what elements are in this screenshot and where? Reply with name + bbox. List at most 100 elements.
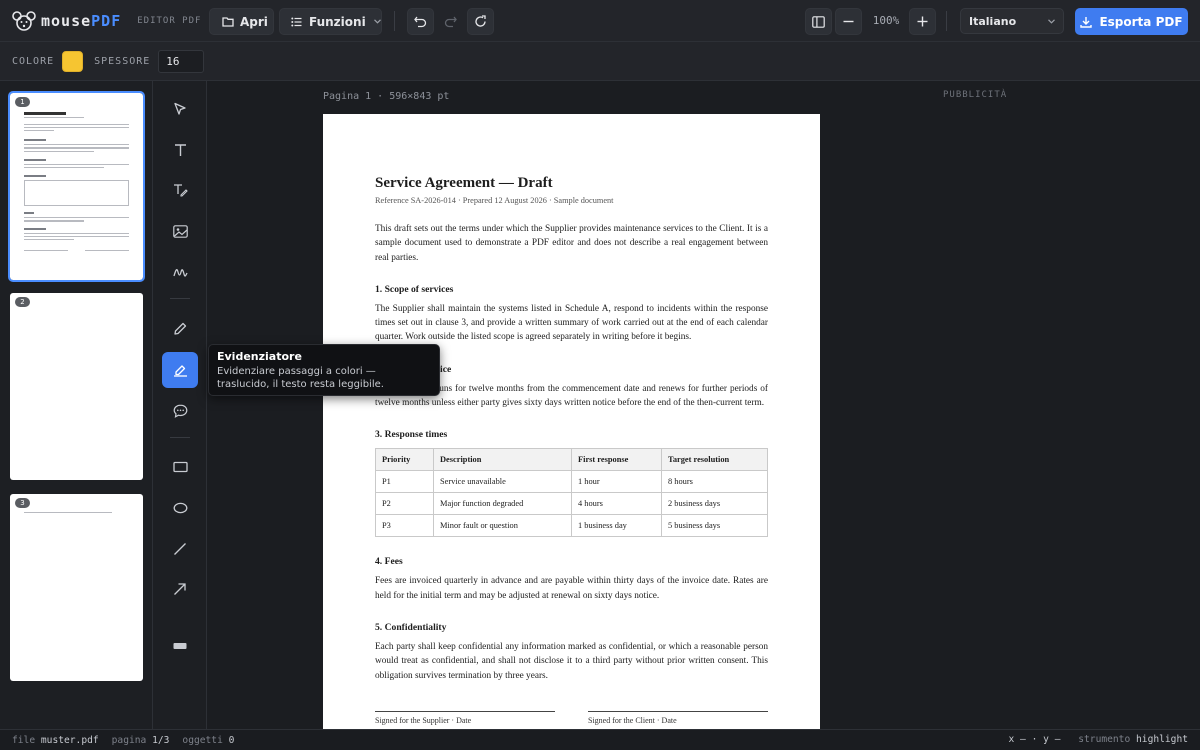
signature-icon bbox=[172, 269, 188, 277]
mouse-logo-icon bbox=[12, 10, 36, 31]
document-canvas[interactable]: Pagina 1 · 596×843 pt PUBBLICITÀ Service… bbox=[207, 81, 1200, 729]
table-cell: 1 business day bbox=[571, 514, 662, 538]
tool-select[interactable] bbox=[162, 91, 198, 127]
language-select[interactable]: Italiano bbox=[960, 8, 1064, 34]
section-paragraph: Each party shall keep confidential any i… bbox=[375, 641, 768, 681]
thickness-label: SPESSORE bbox=[94, 55, 151, 67]
page-thumbnail-1[interactable]: 1 bbox=[8, 91, 145, 282]
tool-redact[interactable] bbox=[162, 628, 198, 664]
redo-icon bbox=[444, 16, 457, 27]
tool-options-bar: COLORE SPESSORE 16 bbox=[0, 42, 1200, 81]
pdf-editor-app: mousePDF EDITOR PDF Apri Funzioni 100% I… bbox=[0, 0, 1200, 750]
highlighter-icon bbox=[173, 365, 187, 377]
status-coords: x – · y – bbox=[1008, 734, 1061, 745]
chevron-down-icon bbox=[373, 19, 381, 24]
toolbar-divider bbox=[394, 11, 395, 31]
tool-comment[interactable] bbox=[162, 393, 198, 429]
zoom-in-button[interactable] bbox=[909, 8, 936, 35]
zoom-out-button[interactable] bbox=[835, 8, 862, 35]
tools-divider bbox=[170, 298, 190, 299]
arrow-icon bbox=[174, 583, 186, 595]
table-header-cell: Priority bbox=[375, 448, 434, 472]
page-number-badge: 2 bbox=[15, 297, 30, 307]
reload-button[interactable] bbox=[467, 8, 494, 35]
section-heading: 4. Fees bbox=[375, 556, 403, 568]
table-row: P1 Service unavailable 1 hour 8 hours bbox=[375, 470, 768, 494]
status-file: file muster.pdf bbox=[12, 734, 99, 746]
tools-divider bbox=[170, 437, 190, 438]
tool-ellipse[interactable] bbox=[162, 490, 198, 526]
list-icon bbox=[291, 17, 302, 26]
status-objects: oggetti 0 bbox=[182, 734, 235, 746]
app-logo: mousePDF EDITOR PDF bbox=[12, 10, 201, 32]
status-tool-label: strumento bbox=[1078, 734, 1131, 745]
cursor-icon bbox=[174, 102, 186, 115]
table-cell: 8 hours bbox=[661, 470, 768, 494]
ad-label: PUBBLICITÀ bbox=[943, 90, 1008, 100]
page-thumbnail-2[interactable]: 2 bbox=[10, 293, 143, 480]
table-cell: Minor fault or question bbox=[433, 514, 572, 538]
tool-image[interactable] bbox=[162, 213, 198, 249]
tool-line[interactable] bbox=[162, 531, 198, 567]
edit-text-icon bbox=[173, 184, 188, 197]
chevron-down-icon bbox=[1048, 18, 1055, 24]
document-body: Service Agreement — Draft Reference SA-2… bbox=[375, 174, 768, 683]
pdf-page[interactable]: Service Agreement — Draft Reference SA-2… bbox=[323, 114, 820, 729]
toggle-sidebar-button[interactable] bbox=[805, 8, 832, 35]
tool-edit-text[interactable] bbox=[162, 172, 198, 208]
top-toolbar: mousePDF EDITOR PDF Apri Funzioni 100% I… bbox=[0, 0, 1200, 42]
image-icon bbox=[172, 224, 188, 238]
pencil-icon bbox=[174, 322, 187, 335]
undo-icon bbox=[414, 16, 427, 27]
undo-button[interactable] bbox=[407, 8, 434, 35]
document-title: Service Agreement — Draft bbox=[375, 175, 553, 191]
table-cell: P1 bbox=[375, 470, 434, 494]
table-header-cell: Description bbox=[433, 448, 572, 472]
page-info: Pagina 1 · 596×843 pt bbox=[323, 91, 450, 102]
table-row: P3 Minor fault or question 1 business da… bbox=[375, 514, 768, 538]
tool-signature[interactable] bbox=[162, 254, 198, 290]
page-number-badge: 3 bbox=[15, 498, 30, 508]
client-signature-line: Signed for the Client · Date bbox=[588, 711, 768, 725]
supplier-signature-line: Signed for the Supplier · Date bbox=[375, 711, 555, 725]
tool-rectangle[interactable] bbox=[162, 449, 198, 485]
export-pdf-button[interactable]: Esporta PDF bbox=[1075, 8, 1188, 35]
open-button[interactable]: Apri bbox=[209, 8, 274, 35]
app-subtitle: EDITOR PDF bbox=[137, 15, 202, 26]
download-icon bbox=[1080, 16, 1093, 28]
status-page: pagina 1/3 bbox=[111, 734, 170, 746]
table-cell: 2 business days bbox=[661, 492, 768, 516]
tools-panel bbox=[153, 81, 207, 729]
section-heading: 1. Scope of services bbox=[375, 283, 454, 295]
redo-button[interactable] bbox=[437, 8, 464, 35]
functions-menu-button[interactable]: Funzioni bbox=[279, 8, 382, 35]
status-bar: file muster.pdf pagina 1/3 oggetti 0 x –… bbox=[0, 729, 1200, 750]
thumbnail-preview bbox=[24, 510, 129, 514]
app-name: mousePDF bbox=[41, 11, 122, 30]
signature-block: Signed for the Supplier · Date Signed fo… bbox=[375, 711, 768, 725]
thickness-input[interactable]: 16 bbox=[158, 49, 205, 73]
redact-icon bbox=[173, 643, 187, 649]
table-header-row: Priority Description First response Targ… bbox=[375, 448, 768, 472]
plus-icon bbox=[917, 16, 928, 27]
tool-pencil[interactable] bbox=[162, 311, 198, 347]
tool-highlighter[interactable] bbox=[162, 352, 198, 388]
section-paragraph: Fees are invoiced quarterly in advance a… bbox=[375, 576, 768, 601]
table-cell: Major function degraded bbox=[433, 492, 572, 516]
tool-arrow[interactable] bbox=[162, 571, 198, 607]
response-times-table: Priority Description First response Targ… bbox=[375, 448, 768, 538]
table-cell: 4 hours bbox=[571, 492, 662, 516]
folder-icon bbox=[222, 17, 234, 27]
minus-icon bbox=[843, 20, 854, 23]
rectangle-icon bbox=[172, 461, 188, 473]
tool-text[interactable] bbox=[162, 132, 198, 168]
table-header-cell: Target resolution bbox=[661, 448, 768, 472]
document-meta: Reference SA-2026-014 · Prepared 12 Augu… bbox=[375, 196, 614, 205]
color-swatch[interactable] bbox=[62, 50, 84, 72]
status-right: x – · y – strumento highlight bbox=[1008, 734, 1188, 745]
intro-paragraph: This draft sets out the terms under whic… bbox=[375, 224, 768, 263]
table-cell: Service unavailable bbox=[433, 470, 572, 494]
table-cell: 5 business days bbox=[661, 514, 768, 538]
ellipse-icon bbox=[173, 502, 187, 514]
page-thumbnail-3[interactable]: 3 bbox=[10, 494, 143, 681]
